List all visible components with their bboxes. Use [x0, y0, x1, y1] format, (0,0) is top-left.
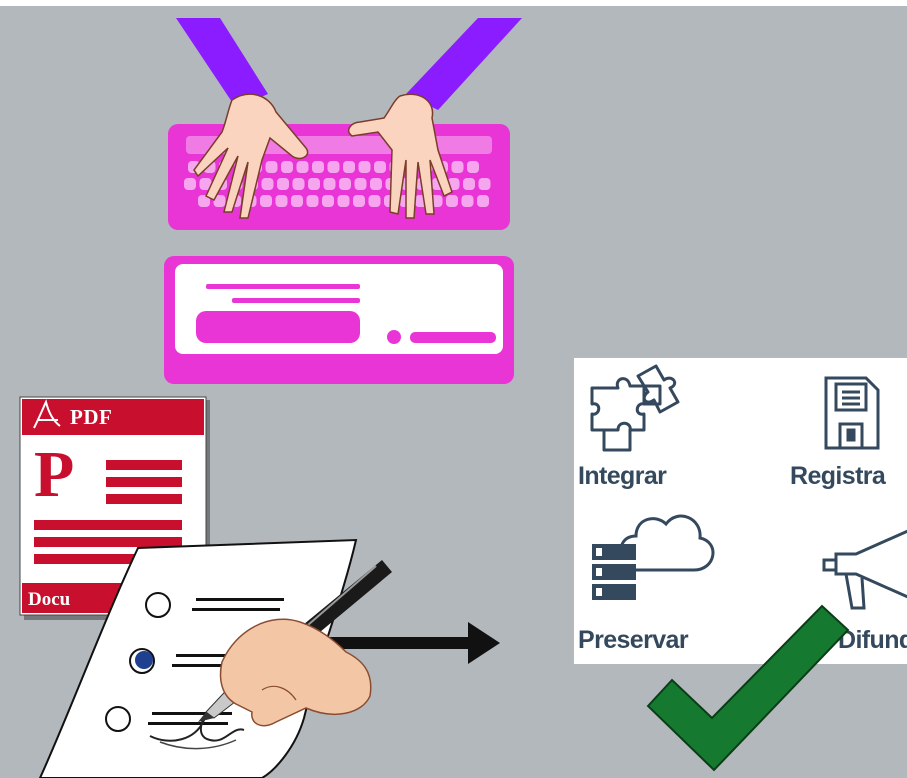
- keyboard-key: [477, 195, 489, 207]
- keyboard-key: [184, 178, 196, 190]
- difundir-label: Difund: [838, 626, 907, 654]
- keyboard-key: [260, 195, 272, 207]
- keyboard-key: [370, 178, 382, 190]
- keyboard-key: [374, 161, 386, 173]
- registrar-label: Registra: [790, 462, 886, 490]
- keyboard-key: [358, 161, 371, 173]
- keyboard-key: [337, 195, 350, 207]
- keyboard-key: [277, 178, 289, 190]
- keyboard-key: [343, 161, 355, 173]
- keyboard-key: [275, 195, 288, 207]
- keyboard-key: [281, 161, 293, 173]
- keyboard-key: [354, 178, 367, 190]
- keyboard-key: [467, 161, 479, 173]
- keyboard-key: [478, 178, 491, 190]
- actions-panel: Integrar Registra Preservar Difund: [574, 358, 907, 664]
- preservar-label: Preservar: [578, 626, 689, 654]
- keyboard-key: [308, 178, 320, 190]
- keyboard-key: [292, 178, 305, 190]
- keyboard-key: [446, 195, 458, 207]
- keyboard-key: [265, 161, 278, 173]
- illustration-canvas: PDF P Docu Integrar Registra Preservar D…: [0, 0, 907, 778]
- keyboard-key: [291, 195, 303, 207]
- megaphone-icon: [822, 529, 907, 610]
- keyboard-key: [312, 161, 324, 173]
- actions-panel-icons: [590, 364, 907, 610]
- keyboard-key: [327, 161, 340, 173]
- pdf-badge-label: PDF: [70, 405, 113, 429]
- keyboard-key: [296, 161, 309, 173]
- keyboard-key: [306, 195, 319, 207]
- keyboard-key: [323, 178, 336, 190]
- server-cloud-icon: [592, 514, 715, 600]
- pdf-big-letter: P: [34, 438, 75, 511]
- keyboard-key: [463, 178, 475, 190]
- puzzle-icon: [590, 364, 680, 452]
- integrar-label: Integrar: [578, 462, 667, 490]
- pdf-footer-label: Docu: [28, 589, 71, 610]
- keyboard-key: [368, 195, 381, 207]
- keyboard-key: [322, 195, 334, 207]
- form-screen-icon: [164, 256, 514, 384]
- keyboard-key: [261, 178, 274, 190]
- keyboard-key: [461, 195, 474, 207]
- keyboard-key: [451, 161, 464, 173]
- keyboard-key: [353, 195, 365, 207]
- keyboard-key: [339, 178, 351, 190]
- floppy-disk-icon: [824, 376, 880, 450]
